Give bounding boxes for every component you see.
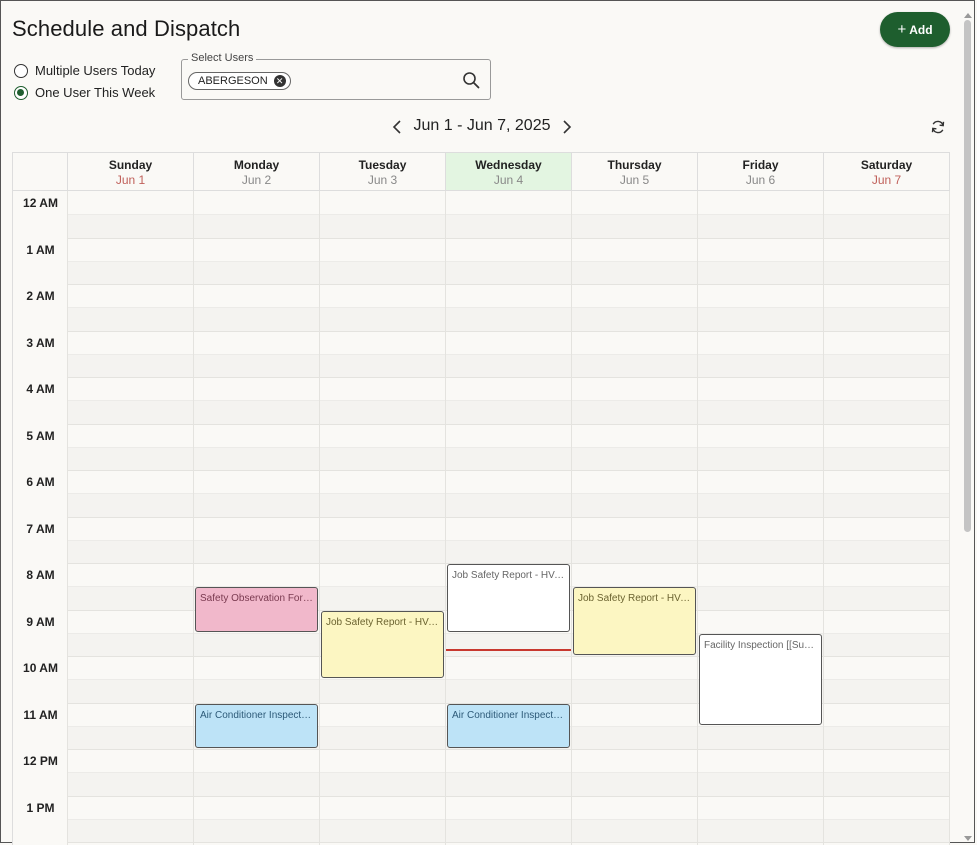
- time-label: 6 AM: [26, 475, 55, 489]
- radio-label: One User This Week: [35, 85, 156, 100]
- half-hour-divider: [68, 353, 950, 355]
- half-hour-slot[interactable]: [68, 493, 950, 517]
- time-label: 5 AM: [26, 428, 55, 443]
- day-date: Jun 3: [367, 173, 398, 187]
- half-hour-divider: [68, 446, 950, 448]
- day-header-friday[interactable]: Friday Jun 6: [698, 153, 824, 191]
- add-button-label: Add: [909, 22, 933, 37]
- calendar-event[interactable]: Job Safety Report - HVAC: [447, 564, 570, 632]
- day-column-divider: [949, 191, 950, 845]
- time-label: 8 AM: [26, 568, 55, 582]
- day-column-divider: [193, 191, 194, 845]
- day-name: Saturday: [860, 158, 913, 172]
- current-time-indicator: [446, 649, 571, 652]
- plus-icon: +: [897, 21, 907, 38]
- day-date: Jun 2: [241, 173, 272, 187]
- calendar-event[interactable]: Air Conditioner Inspection: [195, 703, 318, 748]
- radio-multiple-users-today[interactable]: Multiple Users Today: [14, 63, 155, 78]
- half-hour-slot[interactable]: [68, 539, 950, 563]
- day-header-monday[interactable]: Monday Jun 2: [194, 153, 320, 191]
- half-hour-divider: [68, 260, 950, 262]
- calendar-event[interactable]: Job Safety Report - HVAC: [321, 610, 444, 679]
- half-hour-slot[interactable]: [68, 260, 950, 284]
- time-label: 11 AM: [23, 707, 58, 722]
- date-navigation: Jun 1 - Jun 7, 2025: [0, 116, 977, 138]
- time-label: 1 PM: [26, 800, 55, 815]
- select-users-label: Select Users: [188, 52, 257, 64]
- day-header-thursday[interactable]: Thursday Jun 5: [572, 153, 698, 191]
- page-title: Schedule and Dispatch: [12, 16, 241, 41]
- day-column-divider: [67, 191, 68, 845]
- chevron-right-icon[interactable]: [559, 116, 575, 138]
- day-name: Thursday: [607, 158, 662, 172]
- hour-divider: [68, 842, 950, 843]
- radio-one-user-this-week[interactable]: One User This Week: [14, 85, 155, 100]
- half-hour-slot[interactable]: [68, 353, 950, 377]
- day-name: Sunday: [108, 158, 153, 172]
- half-hour-divider: [68, 214, 950, 216]
- day-name: Monday: [233, 158, 280, 172]
- select-users-field[interactable]: Select Users ABERGESON ✕: [181, 52, 491, 100]
- day-name: Friday: [742, 158, 779, 172]
- week-calendar: 12 AM 1 AM 2 AM 3 AM 4 AM 5 AM 6 AM 7 AM 8 AM 9 A…: [12, 152, 950, 845]
- remove-chip-icon[interactable]: ✕: [273, 75, 286, 87]
- calendar-event[interactable]: Safety Observation Form - ...: [195, 587, 318, 632]
- half-hour-slot[interactable]: [68, 400, 950, 424]
- day-date: Jun 6: [745, 173, 776, 187]
- day-name: Tuesday: [358, 158, 407, 172]
- half-hour-slot[interactable]: [68, 446, 950, 470]
- day-column-divider: [319, 191, 320, 845]
- time-label: 12 PM: [23, 754, 58, 768]
- day-header-tuesday[interactable]: Tuesday Jun 3: [320, 153, 446, 191]
- calendar-event[interactable]: Job Safety Report - HVAC: [573, 587, 696, 655]
- calendar-event[interactable]: Air Conditioner Inspection: [447, 703, 570, 748]
- half-hour-divider: [68, 493, 950, 495]
- radio-button-icon[interactable]: [14, 63, 28, 78]
- search-icon[interactable]: [462, 71, 480, 89]
- scroll-thumb[interactable]: [964, 20, 971, 532]
- scroll-down-arrow-icon[interactable]: [964, 836, 972, 841]
- half-hour-divider: [68, 818, 950, 820]
- date-range-title: Jun 1 - Jun 7, 2025: [413, 117, 551, 134]
- time-label: 4 AM: [26, 382, 55, 396]
- half-hour-divider: [68, 400, 950, 402]
- calendar-event[interactable]: Facility Inspection [[Surve...: [699, 633, 822, 725]
- half-hour-slot[interactable]: [68, 214, 950, 238]
- day-date: Jun 5: [619, 173, 650, 187]
- radio-button-checked-icon[interactable]: [14, 85, 28, 100]
- time-label: 12 AM: [23, 196, 58, 210]
- time-label: 2 AM: [26, 289, 55, 303]
- day-date: Jun 1: [115, 173, 146, 187]
- day-column-divider: [445, 191, 446, 845]
- half-hour-slot[interactable]: [68, 772, 950, 796]
- day-date: Jun 4: [493, 173, 524, 187]
- day-header-wednesday[interactable]: Wednesday Jun 4: [446, 153, 572, 191]
- time-label: 1 AM: [26, 242, 55, 257]
- time-label: 9 AM: [26, 614, 55, 629]
- half-hour-divider: [68, 772, 950, 774]
- calendar-corner: [13, 153, 68, 191]
- half-hour-slot[interactable]: [68, 818, 950, 842]
- day-date: Jun 7: [871, 173, 902, 187]
- day-column-divider: [571, 191, 572, 845]
- day-header-sunday[interactable]: Sunday Jun 1: [68, 153, 194, 191]
- time-label: 10 AM: [23, 661, 58, 675]
- radio-label: Multiple Users Today: [35, 63, 156, 78]
- scroll-up-arrow-icon[interactable]: [964, 13, 972, 18]
- user-chip-label: ABERGESON: [198, 75, 268, 87]
- add-button[interactable]: + Add: [880, 12, 950, 47]
- time-label: 3 AM: [26, 335, 55, 350]
- chevron-left-icon[interactable]: [389, 116, 405, 138]
- user-chip[interactable]: ABERGESON ✕: [188, 72, 291, 90]
- scrollbar[interactable]: [963, 13, 973, 841]
- half-hour-slot[interactable]: [68, 307, 950, 331]
- time-label: 7 AM: [26, 521, 55, 536]
- half-hour-divider: [68, 539, 950, 541]
- day-column-divider: [697, 191, 698, 845]
- half-hour-divider: [68, 307, 950, 309]
- day-column-divider: [823, 191, 824, 845]
- day-header-saturday[interactable]: Saturday Jun 7: [824, 153, 950, 191]
- refresh-icon[interactable]: [930, 119, 946, 135]
- day-name: Wednesday: [475, 158, 542, 172]
